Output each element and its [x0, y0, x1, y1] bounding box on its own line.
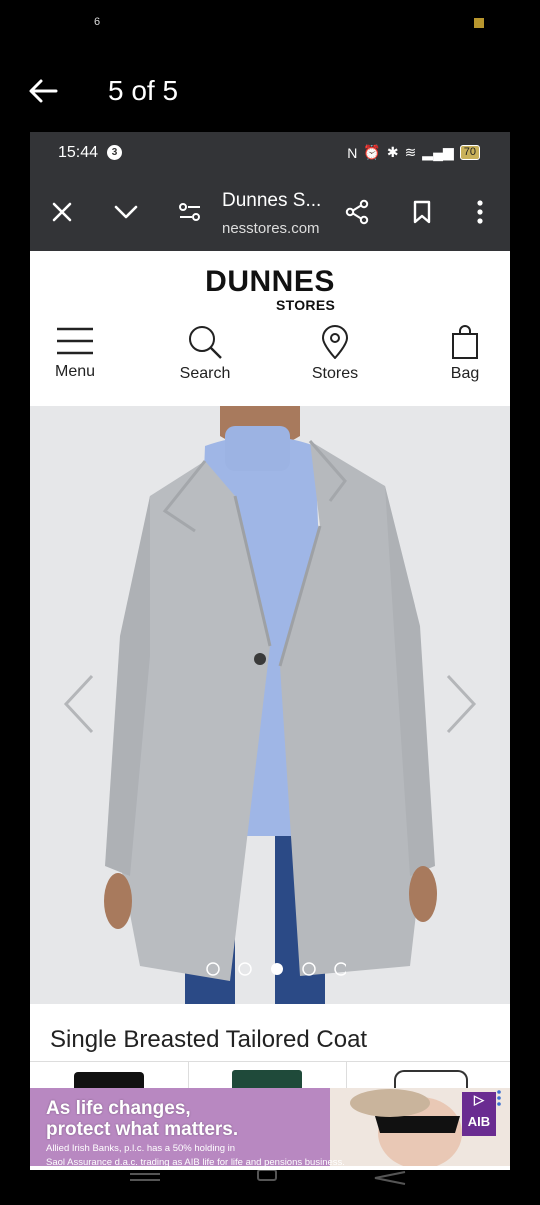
- prev-button[interactable]: [52, 671, 102, 741]
- share-icon[interactable]: [343, 198, 371, 226]
- bluetooth-icon: ✱: [386, 144, 399, 160]
- product-title: Single Breasted Tailored Coat: [50, 1026, 368, 1053]
- ad-banner[interactable]: As life changes, protect what matters. A…: [30, 1088, 510, 1166]
- alarm-icon: ⏰: [363, 144, 381, 160]
- dunnes-logo[interactable]: DUNNES STORES: [30, 265, 510, 313]
- ad-headline-1: As life changes,: [46, 1098, 191, 1119]
- nav-stores[interactable]: Stores: [290, 325, 380, 383]
- battery-icon: 70: [459, 145, 480, 160]
- nav-bag[interactable]: Bag: [420, 325, 510, 383]
- web-page: DUNNES STORES Menu Search Stores Bag Sin…: [30, 251, 510, 1170]
- nav-stores-label: Stores: [311, 365, 359, 382]
- home-icon: [257, 1169, 277, 1181]
- close-icon[interactable]: [48, 198, 76, 226]
- ad-info-icon[interactable]: [496, 1090, 506, 1106]
- signal-icon: ▂▄▆: [422, 144, 454, 160]
- more-options-icon[interactable]: [466, 198, 494, 226]
- nav-search[interactable]: Search: [160, 325, 250, 383]
- nfc-icon: N: [347, 144, 358, 161]
- recent-apps-icon: [130, 1173, 160, 1181]
- ad-headline-2: protect what matters.: [46, 1119, 239, 1140]
- viewer-header: 5 of 5: [0, 60, 540, 124]
- screenshot-frame: 15:44 3 N ⏰ ✱ ≋ ▂▄▆ 70 Dunnes S... nesst…: [30, 132, 510, 1170]
- aib-brand: AIB: [467, 1114, 491, 1129]
- aib-logo: ▷ AIB: [462, 1092, 496, 1136]
- outer-nav-bar: [0, 1169, 540, 1200]
- nav-menu[interactable]: Menu: [30, 325, 120, 381]
- chevron-down-icon[interactable]: [112, 198, 140, 226]
- back-nav-icon: [374, 1171, 406, 1185]
- location-pin-icon: [321, 325, 349, 359]
- page-url[interactable]: nesstores.com: [222, 220, 320, 237]
- product-image-carousel[interactable]: [30, 406, 510, 1004]
- status-number: 6: [94, 16, 101, 28]
- search-icon: [189, 326, 222, 359]
- phone-status-bar: 15:44 3 N ⏰ ✱ ≋ ▂▄▆ 70: [30, 132, 510, 176]
- next-button[interactable]: [438, 671, 488, 741]
- status-icons: N ⏰ ✱ ≋ ▂▄▆ 70: [347, 144, 480, 161]
- image-counter: 5 of 5: [108, 75, 179, 106]
- nav-search-label: Search: [179, 365, 231, 382]
- status-indicator: [474, 18, 484, 28]
- site-nav: Menu Search Stores Bag: [30, 325, 510, 405]
- notification-badge: 3: [107, 145, 122, 160]
- hamburger-icon: [57, 327, 93, 355]
- aib-mark-icon: ▷: [474, 1092, 484, 1107]
- ad-small-1: Allied Irish Banks, p.l.c. has a 50% hol…: [46, 1143, 236, 1154]
- browser-toolbar: Dunnes S... nesstores.com: [30, 176, 510, 251]
- ad-small-2: Saol Assurance d.a.c. trading as AIB lif…: [46, 1157, 345, 1166]
- wifi-icon: ≋: [404, 144, 417, 160]
- status-time: 15:44: [58, 144, 99, 161]
- ad-text: As life changes, protect what matters. A…: [46, 1098, 345, 1166]
- logo-main-text: DUNNES: [205, 265, 335, 298]
- page-settings-icon[interactable]: [176, 198, 204, 226]
- nav-menu-label: Menu: [54, 363, 96, 380]
- page-title: Dunnes S...: [222, 190, 322, 211]
- bookmark-icon[interactable]: [408, 198, 436, 226]
- nav-bag-label: Bag: [450, 365, 480, 382]
- carousel-dots[interactable]: [206, 962, 348, 976]
- back-arrow-icon[interactable]: [26, 74, 60, 108]
- outer-status-bar: 6: [0, 0, 540, 45]
- bag-icon: [452, 325, 478, 359]
- logo-sub-text: STORES: [276, 297, 336, 313]
